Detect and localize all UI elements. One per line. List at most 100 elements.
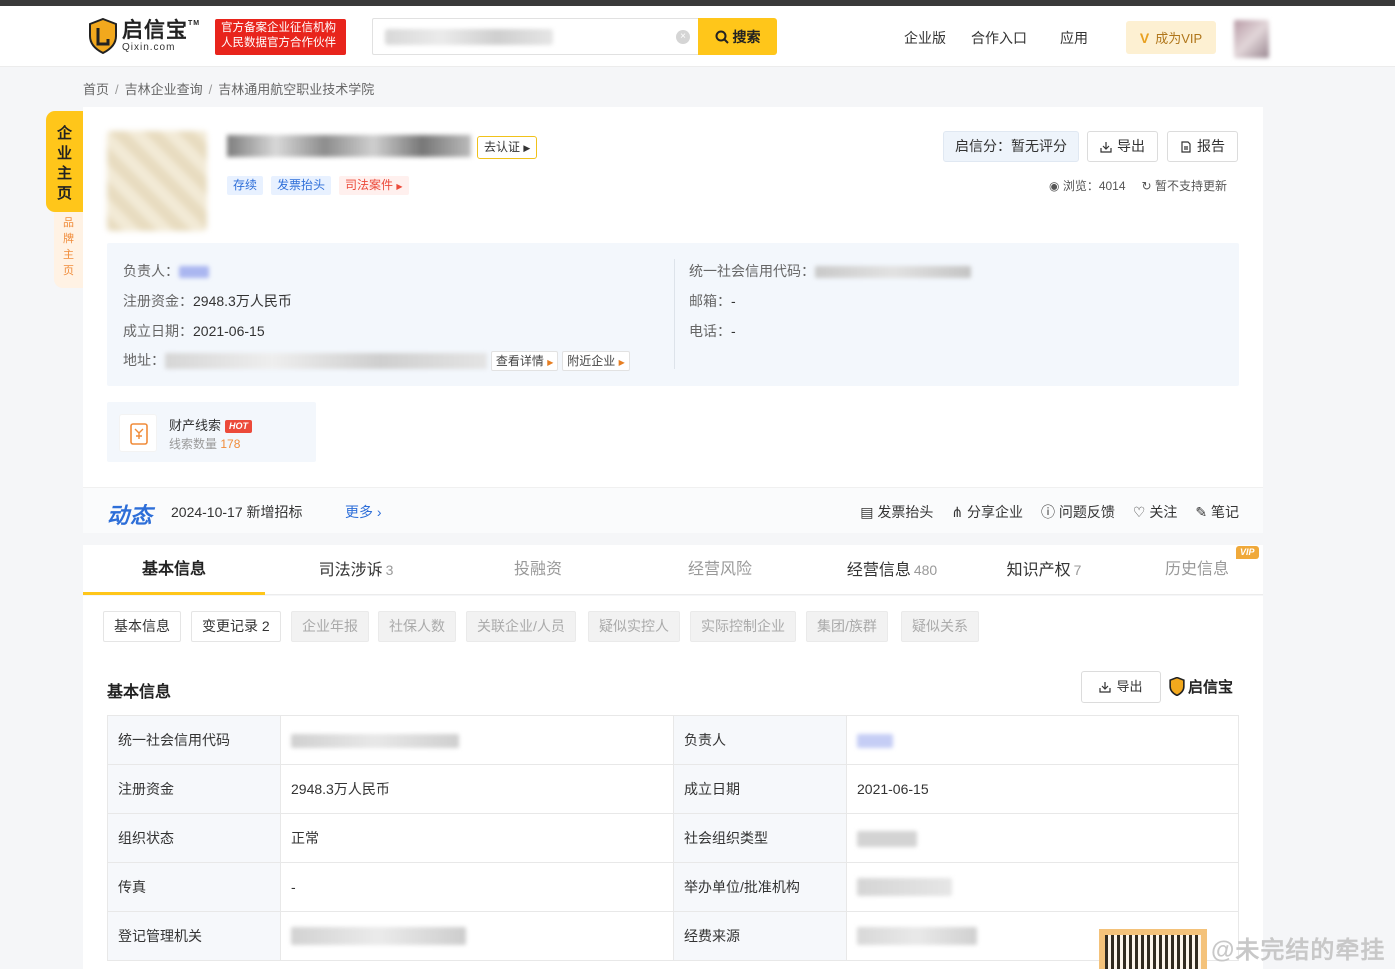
nav-partner[interactable]: 合作入口 bbox=[971, 28, 1027, 48]
section-title: 基本信息 bbox=[107, 684, 172, 701]
table-value bbox=[846, 715, 1239, 765]
side-tab-char: 企 bbox=[56, 125, 72, 142]
refresh-icon: ↻ bbox=[1141, 179, 1152, 193]
table-key: 经费来源 bbox=[673, 911, 847, 961]
report-label: 报告 bbox=[1197, 138, 1225, 154]
note-action[interactable]: ✎ 笔记 bbox=[1195, 502, 1239, 522]
table-key: 成立日期 bbox=[673, 764, 847, 814]
company-name-redacted bbox=[227, 135, 471, 157]
subtab-basic[interactable]: 基本信息 bbox=[103, 611, 181, 642]
person-redacted bbox=[179, 266, 209, 279]
table-key: 负责人 bbox=[673, 715, 847, 765]
site-logo[interactable]: 启信宝TM Qixin.com bbox=[88, 18, 200, 54]
search-button[interactable]: 搜索 bbox=[698, 18, 777, 55]
side-tab-brand-home[interactable]: 品 牌 主 页 bbox=[54, 212, 83, 288]
asset-clue-count-row: 线索数量 178 bbox=[169, 435, 240, 452]
nearby-companies-button[interactable]: 附近企业 ▶ bbox=[562, 351, 630, 372]
report-button[interactable]: 报告 bbox=[1167, 131, 1238, 162]
caret-right-icon: ▶ bbox=[396, 182, 403, 191]
user-avatar[interactable] bbox=[1234, 20, 1269, 58]
invoice-icon: ▤ bbox=[860, 504, 874, 520]
side-tab-char: 业 bbox=[56, 145, 72, 162]
section-export-label: 导出 bbox=[1116, 679, 1143, 694]
table-value: - bbox=[280, 862, 674, 912]
table-row: 传真 - 举办单位/批准机构 bbox=[107, 862, 1239, 912]
address-detail-button[interactable]: 查看详情 ▶ bbox=[490, 351, 559, 372]
side-tab-char: 品 bbox=[63, 217, 74, 229]
credit-rating[interactable]: 启信分：暂无评分 bbox=[943, 131, 1079, 162]
nav-apps[interactable]: 应用 bbox=[1060, 28, 1088, 48]
subtab-changes[interactable]: 变更记录 2 bbox=[191, 611, 281, 642]
shield-logo-icon bbox=[89, 18, 117, 54]
nav-enterprise[interactable]: 企业版 bbox=[904, 28, 946, 48]
heart-icon: ♡ bbox=[1132, 504, 1146, 520]
subtab-group[interactable]: 集团/族群 bbox=[806, 611, 888, 642]
invoice-action[interactable]: ▤ 发票抬头 bbox=[860, 502, 933, 522]
subtab-annual-report[interactable]: 企业年报 bbox=[291, 611, 369, 642]
become-vip-button[interactable]: V 成为VIP bbox=[1126, 21, 1216, 54]
certify-button[interactable]: 去认证 ▶ bbox=[477, 136, 538, 159]
side-tab-char: 主 bbox=[56, 165, 72, 182]
info-phone: 电话：- bbox=[689, 321, 736, 341]
tab-investment[interactable]: 投融资 bbox=[447, 545, 629, 595]
tab-count: 7 bbox=[1073, 562, 1082, 578]
tab-judicial[interactable]: 司法涉诉 3 bbox=[265, 545, 447, 595]
question-icon: ⓘ bbox=[1041, 504, 1056, 520]
company-logo bbox=[107, 131, 207, 231]
vip-v-icon: V bbox=[1139, 29, 1150, 46]
tab-basic-info[interactable]: 基本信息 bbox=[83, 545, 265, 595]
search-input[interactable]: × bbox=[372, 18, 699, 55]
feedback-action[interactable]: ⓘ 问题反馈 bbox=[1041, 502, 1115, 522]
info-person-key: 负责人： bbox=[123, 263, 179, 279]
tab-label: 经营信息 bbox=[846, 562, 911, 579]
address-redacted bbox=[165, 353, 487, 370]
table-key: 举办单位/批准机构 bbox=[673, 862, 847, 912]
follow-action-label: 关注 bbox=[1149, 504, 1178, 520]
subtab-controlled[interactable]: 实际控制企业 bbox=[690, 611, 796, 642]
content-panel: 基本信息 变更记录 2 企业年报 社保人数 关联企业/人员 疑似实控人 实际控制… bbox=[83, 596, 1263, 969]
subtab-controller[interactable]: 疑似实控人 bbox=[588, 611, 680, 642]
dynamic-text[interactable]: 2024-10-17 新增招标 bbox=[171, 502, 303, 522]
subtab-relations[interactable]: 疑似关系 bbox=[901, 611, 979, 642]
invoice-tag[interactable]: 发票抬头 bbox=[271, 176, 332, 195]
info-person: 负责人： bbox=[123, 261, 209, 281]
tab-ip[interactable]: 知识产权 7 bbox=[953, 545, 1135, 595]
document-icon bbox=[1181, 140, 1191, 153]
side-tab-char: 页 bbox=[63, 265, 74, 277]
table-value: 2948.3万人民币 bbox=[280, 764, 674, 814]
clear-icon[interactable]: × bbox=[676, 30, 690, 44]
section-export-button[interactable]: 导出 bbox=[1081, 671, 1161, 703]
tab-label: 历史信息 bbox=[1164, 561, 1229, 578]
judicial-tag[interactable]: 司法案件 ▶ bbox=[339, 176, 409, 195]
tab-business-risk[interactable]: 经营风险 bbox=[629, 545, 811, 595]
breadcrumb-region[interactable]: 吉林企业查询 bbox=[125, 82, 203, 97]
asset-clue-card[interactable]: 财产线索 HOT 线索数量 178 bbox=[107, 402, 316, 462]
info-address: 地址： 查看详情 ▶ 附近企业 ▶ bbox=[123, 350, 630, 372]
section-logo-text: 启信宝 bbox=[1188, 679, 1234, 696]
side-tab-company-home[interactable]: 企 业 主 页 bbox=[46, 111, 83, 212]
table-key: 统一社会信用代码 bbox=[107, 715, 281, 765]
table-row: 统一社会信用代码 负责人 bbox=[107, 715, 1239, 765]
subtab-social-security[interactable]: 社保人数 bbox=[378, 611, 456, 642]
breadcrumb-home[interactable]: 首页 bbox=[83, 82, 109, 97]
info-phone-value: - bbox=[731, 323, 736, 339]
side-tab-char: 页 bbox=[56, 185, 72, 202]
dynamic-more-link[interactable]: 更多 › bbox=[345, 502, 382, 522]
dynamic-more-label: 更多 bbox=[345, 504, 373, 520]
follow-action[interactable]: ♡ 关注 bbox=[1133, 502, 1177, 522]
search-button-label: 搜索 bbox=[732, 28, 761, 45]
update-status[interactable]: ↻ 暂不支持更新 bbox=[1142, 177, 1227, 194]
shield-logo-icon bbox=[1169, 677, 1185, 696]
nearby-label: 附近企业 bbox=[567, 354, 616, 369]
table-value bbox=[846, 813, 1239, 863]
qr-code[interactable] bbox=[1099, 929, 1207, 969]
info-email: 邮箱：- bbox=[689, 291, 736, 311]
search-query-redacted bbox=[385, 29, 553, 45]
credit-code-redacted bbox=[815, 266, 971, 279]
vip-button-label: 成为VIP bbox=[1155, 31, 1203, 46]
dynamic-actions: ▤ 发票抬头 ⋔ 分享企业 ⓘ 问题反馈 ♡ 关注 ✎ 笔记 bbox=[860, 502, 1239, 522]
share-action[interactable]: ⋔ 分享企业 bbox=[951, 502, 1023, 522]
asset-clue-count: 178 bbox=[220, 437, 241, 451]
subtab-related[interactable]: 关联企业/人员 bbox=[466, 611, 576, 642]
export-button[interactable]: 导出 bbox=[1087, 131, 1158, 162]
